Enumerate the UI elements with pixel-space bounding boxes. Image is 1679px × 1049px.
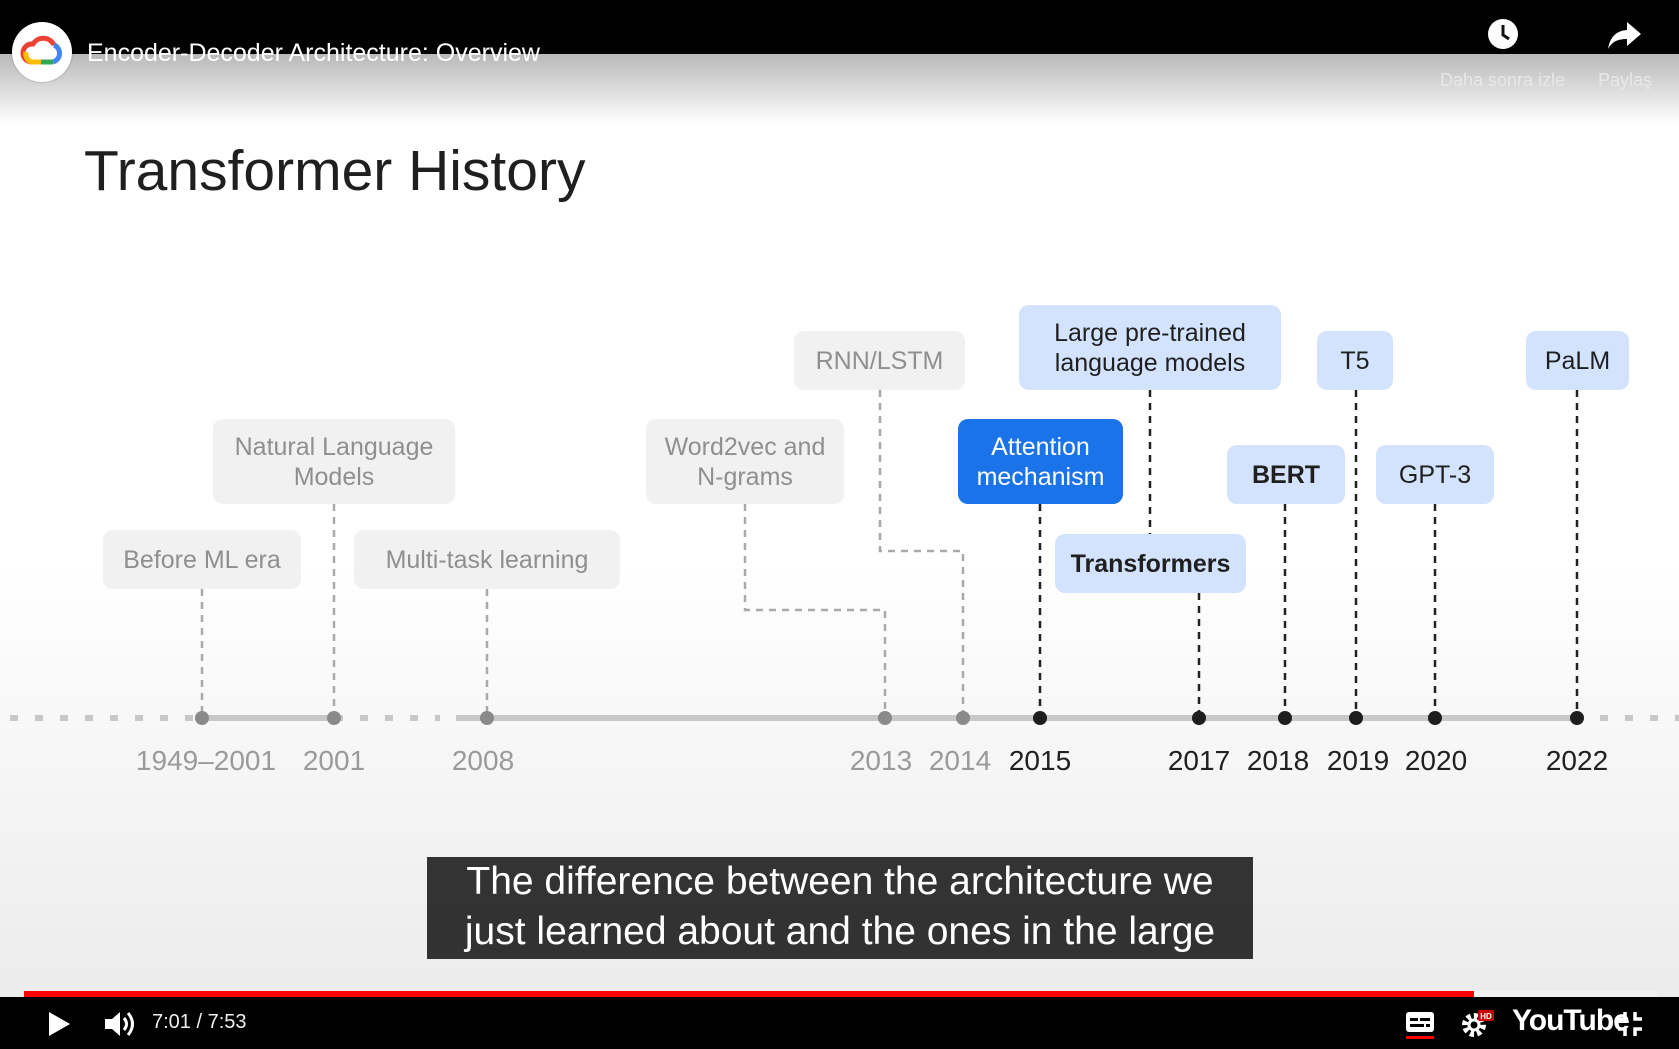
timeline-year-label: 2001 <box>302 745 366 776</box>
timeline-year-label: 2020 <box>1404 745 1468 776</box>
timeline-event-label-line: language models <box>1054 348 1246 377</box>
timeline-year-label: 2014 <box>928 745 992 776</box>
hd-badge: HD <box>1480 1012 1492 1021</box>
timeline-connector <box>878 390 965 717</box>
timeline-event-label-line: N-grams <box>697 462 793 491</box>
gear-icon: HD <box>1462 1010 1494 1037</box>
timeline-event-label-line: Models <box>293 462 375 491</box>
timeline-year-label: 1949–2001 <box>135 745 277 776</box>
subtitle-box: The difference between the architecture … <box>427 857 1253 959</box>
timeline-event-label: Transformers <box>1071 549 1231 579</box>
exit-fullscreen-button[interactable] <box>1611 1005 1649 1043</box>
timeline-event-label-line: Word2vec and <box>664 432 826 461</box>
volume-icon <box>105 1012 134 1036</box>
timeline-dot <box>327 711 341 725</box>
timeline-dot <box>878 711 892 725</box>
timeline-connector <box>743 504 887 717</box>
subtitles-icon <box>1406 1012 1434 1039</box>
timeline-event-box: Transformers <box>1055 534 1246 593</box>
timeline-event-label-line: Multi-task learning <box>385 545 589 574</box>
timeline-event-box: Natural Language Models <box>213 419 455 504</box>
subtitles-button[interactable] <box>1402 1005 1438 1043</box>
timeline-year-label: 2018 <box>1246 745 1310 776</box>
timeline-event-label-line: mechanism <box>976 462 1105 491</box>
timeline-year-label: 2015 <box>1008 745 1072 776</box>
timeline-year-label: 2019 <box>1326 745 1390 776</box>
timeline-event-label: Large pre-trained language models <box>1054 318 1246 378</box>
timeline-event-label: Attention mechanism <box>977 432 1105 492</box>
timeline-dot <box>1349 711 1363 725</box>
timeline-year-label: 2017 <box>1167 745 1231 776</box>
play-icon <box>49 1012 70 1036</box>
timeline-dot <box>1428 711 1442 725</box>
timeline-event-label: Word2vec and N-grams <box>665 432 826 492</box>
timeline-event-label-line: Transformers <box>1070 549 1231 578</box>
current-time: 7:01 <box>152 1011 191 1033</box>
timeline-year-label: 2008 <box>451 745 515 776</box>
duration: 7:53 <box>207 1011 247 1033</box>
subtitle-line-2: just learned about and the ones in the l… <box>464 910 1216 953</box>
timeline-event-label: PaLM <box>1545 346 1610 376</box>
timeline-event-label-line: BERT <box>1251 460 1321 489</box>
timeline-event-box: Large pre-trained language models <box>1019 305 1281 390</box>
timeline-event-box: Before ML era <box>103 530 301 589</box>
timeline-event-box: BERT <box>1227 445 1345 504</box>
timeline-event-label: GPT-3 <box>1399 460 1471 490</box>
timeline-event-box: T5 <box>1317 331 1393 390</box>
timeline-event-label: RNN/LSTM <box>816 346 944 376</box>
exit-fullscreen-icon <box>1618 1012 1642 1036</box>
subtitle-line-1: The difference between the architecture … <box>466 860 1214 903</box>
timeline-event-label-line: Before ML era <box>123 545 281 574</box>
timeline-dot <box>480 711 494 725</box>
timeline-event-label: Natural Language Models <box>235 432 434 492</box>
timeline-event-label: Before ML era <box>123 545 280 575</box>
volume-button[interactable] <box>100 1005 140 1043</box>
timeline-year-label: 2013 <box>849 745 913 776</box>
timeline-year-label: 2022 <box>1545 745 1609 776</box>
timeline-event-box: Attention mechanism <box>958 419 1123 504</box>
timeline-event-box: Multi-task learning <box>354 530 620 589</box>
timeline-dot <box>956 711 970 725</box>
timeline-event-label: BERT <box>1252 460 1320 490</box>
play-button[interactable] <box>40 1005 78 1043</box>
timeline-event-label-line: Attention <box>991 432 1090 461</box>
timeline-event-box: GPT-3 <box>1376 445 1494 504</box>
timeline-event-label-line: PaLM <box>1544 346 1611 375</box>
timeline-event-box: RNN/LSTM <box>794 331 965 390</box>
timeline-event-label-line: RNN/LSTM <box>815 346 944 375</box>
timeline-event-label-line: GPT-3 <box>1398 460 1472 489</box>
timeline-dot <box>195 711 209 725</box>
settings-button[interactable]: HD <box>1458 1005 1496 1043</box>
timeline-event-box: Word2vec and N-grams <box>646 419 844 504</box>
timeline-event-box: PaLM <box>1526 331 1629 390</box>
timeline-event-label-line: T5 <box>1340 346 1370 375</box>
timeline-dot <box>1278 711 1292 725</box>
timeline-event-label-line: Natural Language <box>234 432 434 461</box>
timeline-event-label: T5 <box>1340 346 1369 376</box>
timeline-event-label: Multi-task learning <box>386 545 589 575</box>
timeline-dot <box>1570 711 1584 725</box>
video-frame[interactable]: Encoder-Decoder Architecture: Overview D… <box>0 0 1679 1049</box>
timeline-event-label-line: Large pre-trained <box>1054 318 1246 347</box>
timeline-dot <box>1192 711 1206 725</box>
time-display: 7:01 / 7:53 <box>152 1011 247 1033</box>
timeline-dot <box>1033 711 1047 725</box>
